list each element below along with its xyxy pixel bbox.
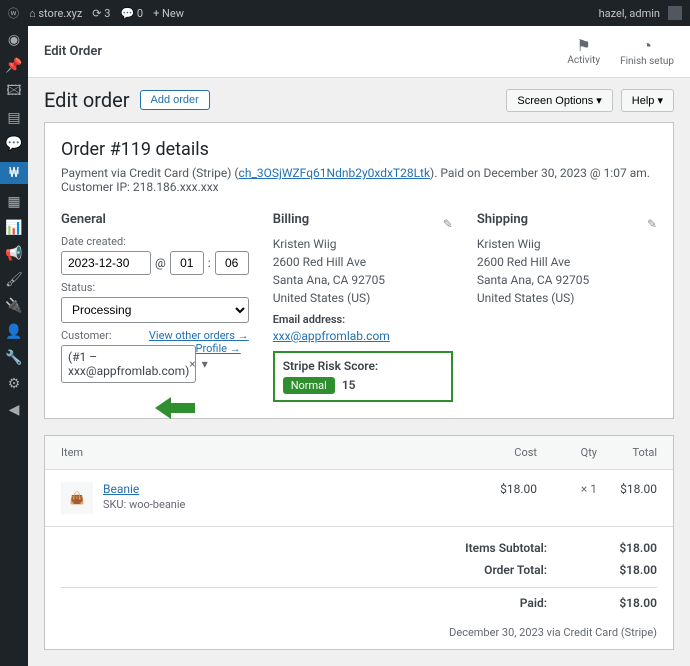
col-item: Item <box>61 446 477 459</box>
screen-options-button[interactable]: Screen Options ▾ <box>506 89 612 112</box>
title-bar: Edit order Add order Screen Options ▾ He… <box>28 78 690 122</box>
chevron-down-icon[interactable]: ▾ <box>202 357 208 371</box>
risk-level-badge: Normal <box>283 377 335 394</box>
shipping-address: Kristen Wiig 2600 Red Hill Ave Santa Ana… <box>477 235 657 307</box>
activity-button[interactable]: ⚑ Activity <box>567 36 600 67</box>
new-button[interactable]: + New <box>153 7 184 20</box>
help-button[interactable]: Help ▾ <box>621 89 674 112</box>
add-order-button[interactable]: Add order <box>140 90 210 110</box>
wp-logo-icon[interactable]: ⓦ <box>8 5 19 21</box>
product-thumb-icon: 👜 <box>61 482 93 514</box>
date-input[interactable] <box>61 251 151 275</box>
appearance-icon[interactable]: 🖌 <box>6 272 22 288</box>
tools-icon[interactable]: 🔧 <box>6 350 22 366</box>
media-icon[interactable]: 🖾 <box>6 84 22 100</box>
order-totals: Items Subtotal: $18.00 Order Total: $18.… <box>45 526 673 624</box>
stripe-charge-link[interactable]: ch_3OSjWZFq61Ndnb2y0xdxT28Ltk <box>239 166 431 180</box>
view-other-orders-link[interactable]: View other orders → <box>149 329 249 342</box>
avatar-icon[interactable] <box>668 6 682 20</box>
shipping-heading: Shipping <box>477 212 528 227</box>
finish-setup-icon: ◔ <box>620 36 674 56</box>
activity-icon: ⚑ <box>567 36 600 55</box>
product-sku: SKU: woo-beanie <box>103 498 477 511</box>
finish-setup-button[interactable]: ◔ Finish setup <box>620 36 674 67</box>
customer-select[interactable]: (#1 – xxx@appfromlab.com) × ▾ <box>61 345 196 383</box>
paid-note: December 30, 2023 via Credit Card (Strip… <box>45 624 673 649</box>
billing-address: Kristen Wiig 2600 Red Hill Ave Santa Ana… <box>273 235 453 307</box>
line-item-row: 👜 Beanie SKU: woo-beanie $18.00 × 1 $18.… <box>45 470 673 526</box>
risk-score-label: Stripe Risk Score: <box>283 359 443 373</box>
products-icon[interactable]: ▦ <box>6 194 22 210</box>
shipping-column: Shipping ✎ Kristen Wiig 2600 Red Hill Av… <box>477 212 657 402</box>
billing-heading: Billing <box>273 212 309 227</box>
order-total-label: Order Total: <box>484 563 587 577</box>
clear-customer-icon[interactable]: × <box>189 357 195 371</box>
users-icon[interactable]: 👤 <box>6 324 22 340</box>
status-label: Status: <box>61 281 249 294</box>
pin-icon[interactable]: 📌 <box>6 58 22 74</box>
general-column: General Date created: @ : Status: Proces… <box>61 212 249 402</box>
annotation-arrow-icon <box>155 395 195 421</box>
status-select[interactable]: Processing <box>61 297 249 323</box>
plugins-icon[interactable]: 🔌 <box>6 298 22 314</box>
woocommerce-icon[interactable]: ₩ <box>0 162 28 184</box>
date-created-label: Date created: <box>61 235 249 248</box>
item-total: $18.00 <box>597 482 657 496</box>
stripe-risk-box: Stripe Risk Score: Normal 15 <box>273 351 453 402</box>
order-subtitle: Payment via Credit Card (Stripe) (ch_3OS… <box>61 166 657 194</box>
admin-topbar: ⓦ ⌂ store.xyz ⟳ 3 💬 0 + New hazel, admin <box>0 0 690 26</box>
updates-icon[interactable]: ⟳ 3 <box>92 7 110 20</box>
home-icon[interactable]: ⌂ store.xyz <box>29 7 82 20</box>
edit-billing-icon[interactable]: ✎ <box>443 217 453 231</box>
admin-sidebar: ◉ 📌 🖾 ▤ 💬 ₩ ▦ 📊 📢 🖌 🔌 👤 🔧 ⚙ ◀ <box>0 26 28 666</box>
profile-link[interactable]: Profile → <box>196 342 241 355</box>
col-cost: Cost <box>477 446 537 459</box>
page-title: Edit order <box>44 88 130 112</box>
order-items-card: Item Cost Qty Total 👜 Beanie SKU: woo-be… <box>44 435 674 650</box>
dashboard-icon[interactable]: ◉ <box>6 32 22 48</box>
analytics-icon[interactable]: 📊 <box>6 220 22 236</box>
item-cost: $18.00 <box>477 482 537 496</box>
subtotal-value: $18.00 <box>587 541 657 555</box>
billing-column: Billing ✎ Kristen Wiig 2600 Red Hill Ave… <box>273 212 453 402</box>
pages-icon[interactable]: ▤ <box>6 110 22 126</box>
settings-icon[interactable]: ⚙ <box>6 376 22 392</box>
customer-label: Customer: View other orders → Profile → <box>61 329 249 342</box>
customer-value: (#1 – xxx@appfromlab.com) <box>68 350 189 378</box>
email-label: Email address: <box>273 313 453 326</box>
order-details-card: Order #119 details Payment via Credit Ca… <box>44 122 674 419</box>
at-symbol: @ <box>155 256 166 270</box>
risk-score-value: 15 <box>342 378 356 392</box>
general-heading: General <box>61 212 249 227</box>
col-total: Total <box>597 446 657 459</box>
order-title: Order #119 details <box>61 139 657 160</box>
collapse-icon[interactable]: ◀ <box>6 402 22 418</box>
edit-shipping-icon[interactable]: ✎ <box>647 217 657 231</box>
comments-icon[interactable]: 💬 0 <box>120 7 143 20</box>
page-header-title: Edit Order <box>44 44 102 59</box>
paid-value: $18.00 <box>587 596 657 610</box>
billing-email-link[interactable]: xxx@appfromlab.com <box>273 329 390 343</box>
item-qty: × 1 <box>537 482 597 496</box>
items-header-row: Item Cost Qty Total <box>45 436 673 470</box>
page-header: Edit Order ⚑ Activity ◔ Finish setup <box>28 26 690 78</box>
product-link[interactable]: Beanie <box>103 482 139 496</box>
hour-input[interactable] <box>170 251 204 275</box>
subtotal-label: Items Subtotal: <box>465 541 587 555</box>
user-greeting[interactable]: hazel, admin <box>599 7 660 20</box>
minute-input[interactable] <box>215 251 249 275</box>
col-qty: Qty <box>537 446 597 459</box>
comments-menu-icon[interactable]: 💬 <box>6 136 22 152</box>
order-total-value: $18.00 <box>587 563 657 577</box>
paid-label: Paid: <box>520 596 587 610</box>
marketing-icon[interactable]: 📢 <box>6 246 22 262</box>
